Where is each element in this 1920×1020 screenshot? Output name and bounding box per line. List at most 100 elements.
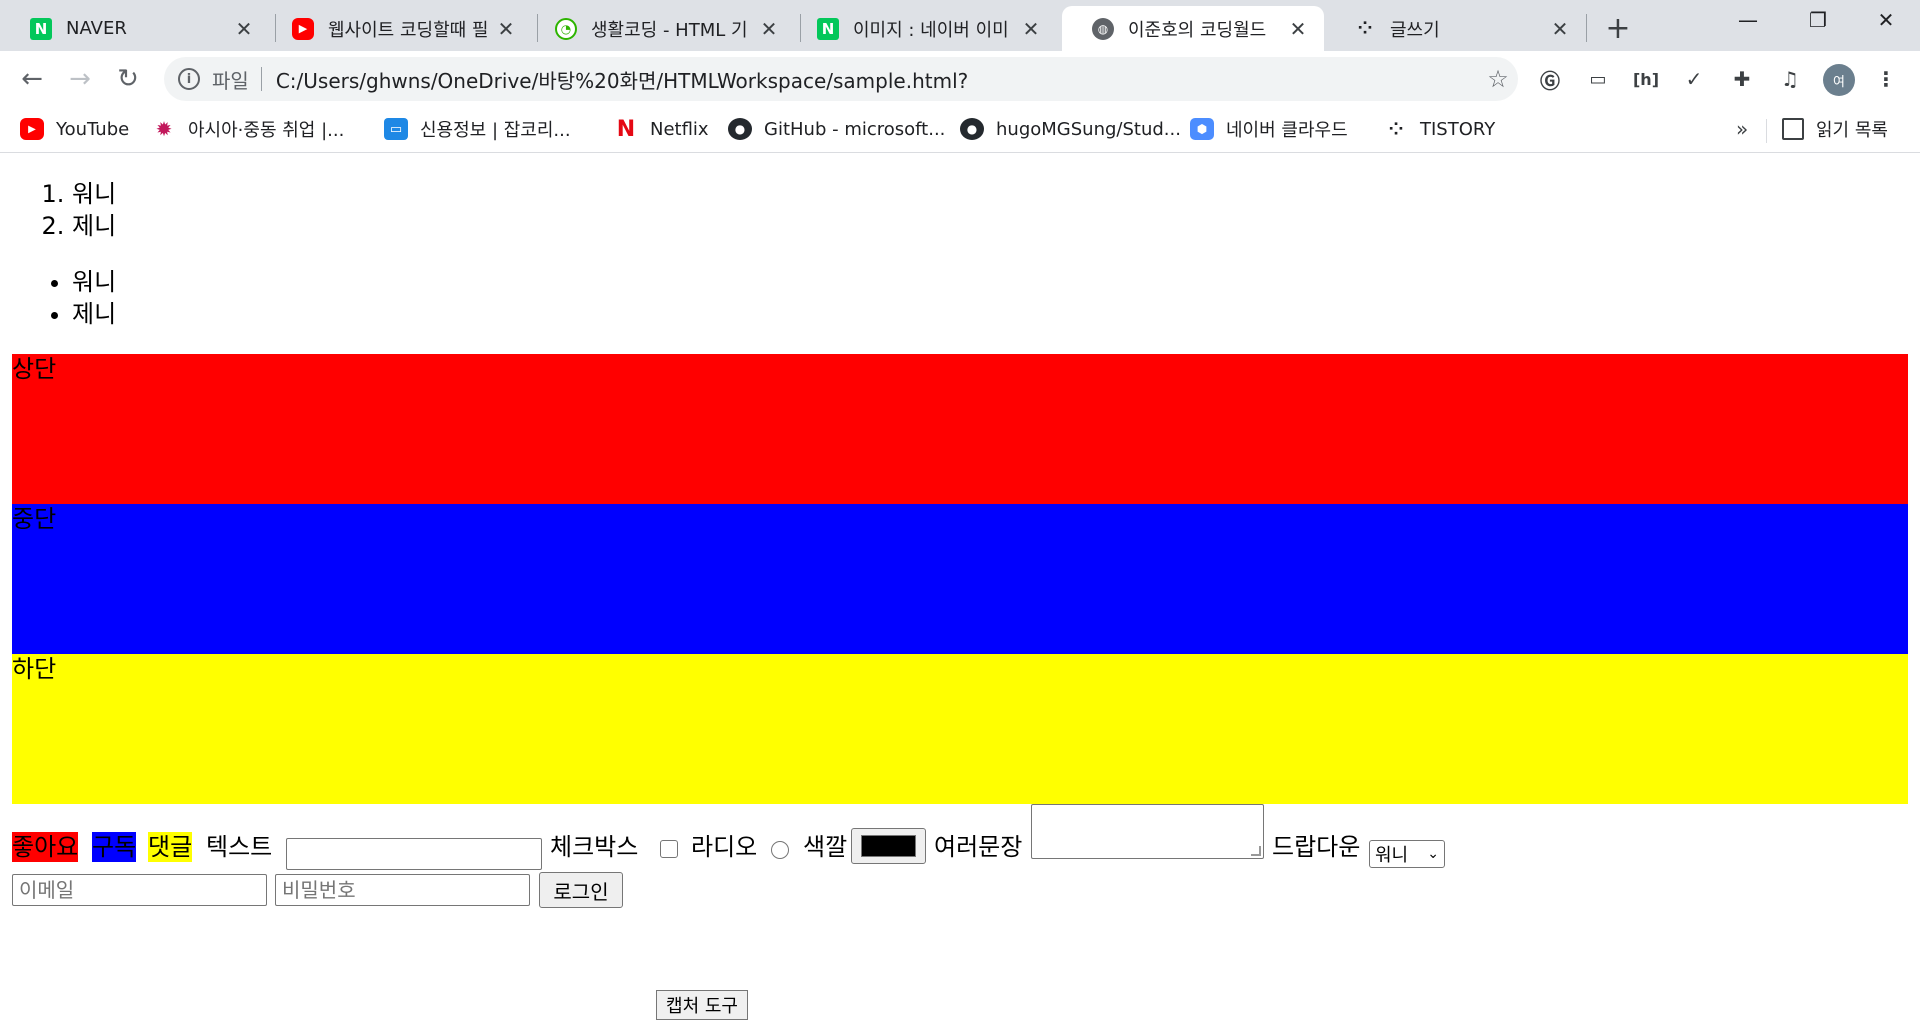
password-field[interactable]	[275, 874, 530, 906]
bookmarks-bar: ▶ YouTube ✹ 아시아·중동 취업 |... ▭ 신용정보 | 잡코리.…	[0, 107, 1920, 153]
forward-button[interactable]: →	[60, 59, 100, 99]
profile-avatar[interactable]: 여	[1823, 64, 1855, 96]
tab-youtube[interactable]: ▶ 웹사이트 코딩할때 필 ✕	[262, 6, 532, 51]
minimize-button[interactable]: —	[1718, 0, 1778, 40]
section-middle: 중단	[12, 504, 1908, 654]
bookmark-label: 네이버 클라우드	[1226, 120, 1348, 141]
media-control-icon[interactable]: ♫	[1774, 63, 1806, 95]
info-icon[interactable]: i	[178, 68, 200, 90]
tab-tistory-write[interactable]: ⁘ 글쓰기 ✕	[1324, 6, 1586, 51]
list-item: 워니	[72, 266, 116, 298]
youtube-icon: ▶	[20, 118, 44, 140]
naver-icon: N	[30, 17, 52, 40]
close-icon[interactable]: ✕	[1286, 17, 1310, 41]
capture-tool-button[interactable]: 캡처 도구	[656, 990, 748, 1020]
bookmark-label: 아시아·중동 취업 |...	[188, 120, 345, 141]
bookmark-naver-cloud[interactable]: ⬢ 네이버 클라우드	[1190, 114, 1348, 144]
dropdown-value: 워니	[1375, 845, 1409, 866]
close-icon[interactable]: ✕	[494, 17, 518, 41]
radio-label: 라디오	[691, 833, 758, 861]
text-field-label: 텍스트	[206, 833, 273, 861]
bookmark-github-microsoft[interactable]: ● GitHub - microsoft...	[728, 114, 945, 144]
youtube-icon: ▶	[292, 17, 314, 40]
tab-title: 이준호의 코딩월드	[1128, 19, 1267, 41]
login-button[interactable]: 로그인	[539, 872, 623, 908]
bookmark-star-icon[interactable]: ☆	[1478, 65, 1518, 93]
bookmark-asia-jobs[interactable]: ✹ 아시아·중동 취업 |...	[152, 114, 345, 144]
netflix-icon: N	[616, 116, 636, 142]
tab-opentutorials[interactable]: ◔ 생활코딩 - HTML 기 ✕	[525, 6, 795, 51]
bookmark-github-hugo[interactable]: ● hugoMGSung/Stud...	[960, 114, 1181, 144]
text-input[interactable]	[286, 838, 542, 870]
menu-kebab-icon[interactable]: ⋮	[1870, 63, 1902, 95]
naver-cloud-icon: ⬢	[1190, 118, 1214, 140]
bookmarks-divider	[1766, 119, 1767, 143]
subscribe-label: 구독	[92, 832, 137, 862]
comment-label: 댓글	[148, 832, 193, 862]
github-icon: ●	[960, 118, 984, 140]
color-picker[interactable]	[851, 828, 926, 864]
globe-icon: ◍	[1092, 17, 1114, 40]
close-window-button[interactable]: ✕	[1856, 0, 1916, 40]
bookmark-label: GitHub - microsoft...	[764, 118, 946, 140]
back-button[interactable]: ←	[12, 59, 52, 99]
checkbox[interactable]	[660, 840, 678, 858]
url-text[interactable]: C:/Users/ghwns/OneDrive/바탕%20화면/HTMLWork…	[276, 65, 1478, 94]
bookmark-label: hugoMGSung/Stud...	[996, 118, 1181, 140]
email-field[interactable]	[12, 874, 267, 906]
url-scheme: 파일	[212, 68, 249, 93]
bookmark-tistory[interactable]: ⁘ TISTORY	[1384, 114, 1495, 144]
dropdown-select[interactable]: 워니 ⌄	[1369, 840, 1445, 868]
tab-naver-images[interactable]: N 이미지 : 네이버 이미 ✕	[787, 6, 1057, 51]
list-item: 제니	[72, 298, 116, 330]
list-item: 워니	[72, 178, 116, 210]
naver-icon: N	[817, 17, 839, 40]
html-extension-icon[interactable]: [h]	[1630, 63, 1662, 95]
bookmark-label: 신용정보 | 잡코리...	[420, 120, 571, 141]
reading-list-label: 읽기 목록	[1816, 120, 1888, 141]
multiline-textarea[interactable]	[1031, 804, 1264, 859]
chevron-down-icon: ⌄	[1427, 846, 1439, 862]
cast-icon[interactable]: ▭	[1582, 63, 1614, 95]
close-icon[interactable]: ✕	[1019, 17, 1043, 41]
restore-button[interactable]: ❐	[1788, 0, 1848, 40]
reload-button[interactable]: ↻	[108, 59, 148, 99]
github-icon: ●	[728, 118, 752, 140]
resize-grip-icon[interactable]	[1251, 846, 1261, 856]
unordered-list: 워니 제니	[44, 266, 116, 330]
grammarly-icon[interactable]: Ⓖ	[1534, 63, 1566, 95]
bookmark-youtube[interactable]: ▶ YouTube	[20, 114, 129, 144]
puzzle-icon[interactable]: ✚	[1726, 63, 1758, 95]
bookmark-label: Netflix	[650, 118, 709, 140]
close-icon[interactable]: ✕	[1548, 17, 1572, 41]
address-bar[interactable]: i 파일 C:/Users/ghwns/OneDrive/바탕%20화면/HTM…	[164, 57, 1518, 101]
close-icon[interactable]: ✕	[232, 17, 256, 41]
tab-strip: N NAVER ✕ ▶ 웹사이트 코딩할때 필 ✕ ◔ 생활코딩 - HTML …	[0, 0, 1920, 51]
color-label: 색깔	[803, 833, 848, 861]
tab-separator	[1586, 14, 1587, 42]
tistory-icon: ⁘	[1388, 118, 1404, 140]
reading-list-button[interactable]: 읽기 목록	[1782, 114, 1888, 144]
tab-active-codingworld[interactable]: ◍ 이준호의 코딩월드 ✕	[1062, 6, 1324, 51]
bookmarks-overflow-icon[interactable]: »	[1736, 117, 1748, 141]
opentutorials-icon: ◔	[555, 17, 577, 40]
extension-icon[interactable]: ✓	[1678, 63, 1710, 95]
tab-naver[interactable]: N NAVER ✕	[0, 6, 270, 51]
tistory-icon: ⁘	[1357, 18, 1373, 39]
section-top: 상단	[12, 354, 1908, 504]
tab-title: 생활코딩 - HTML 기	[591, 19, 748, 41]
color-swatch	[861, 835, 916, 857]
page-content: 워니 제니 워니 제니 상단 중단 하단 좋아요 구독 댓글 텍스트 체크박스 …	[0, 154, 1920, 1020]
bookmark-label: TISTORY	[1420, 118, 1496, 140]
bookmark-netflix[interactable]: N Netflix	[614, 114, 709, 144]
browser-toolbar: ← → ↻ i 파일 C:/Users/ghwns/OneDrive/바탕%20…	[0, 51, 1920, 107]
dropdown-label: 드랍다운	[1272, 833, 1361, 861]
bookmark-jobkorea[interactable]: ▭ 신용정보 | 잡코리...	[384, 114, 571, 144]
new-tab-button[interactable]: +	[1600, 10, 1636, 46]
worknet-icon: ✹	[155, 117, 173, 141]
radio-button[interactable]	[771, 841, 789, 859]
tab-title: 이미지 : 네이버 이미	[853, 19, 1009, 41]
tab-title: 글쓰기	[1390, 19, 1440, 41]
close-icon[interactable]: ✕	[757, 17, 781, 41]
tab-title: 웹사이트 코딩할때 필	[328, 19, 489, 41]
